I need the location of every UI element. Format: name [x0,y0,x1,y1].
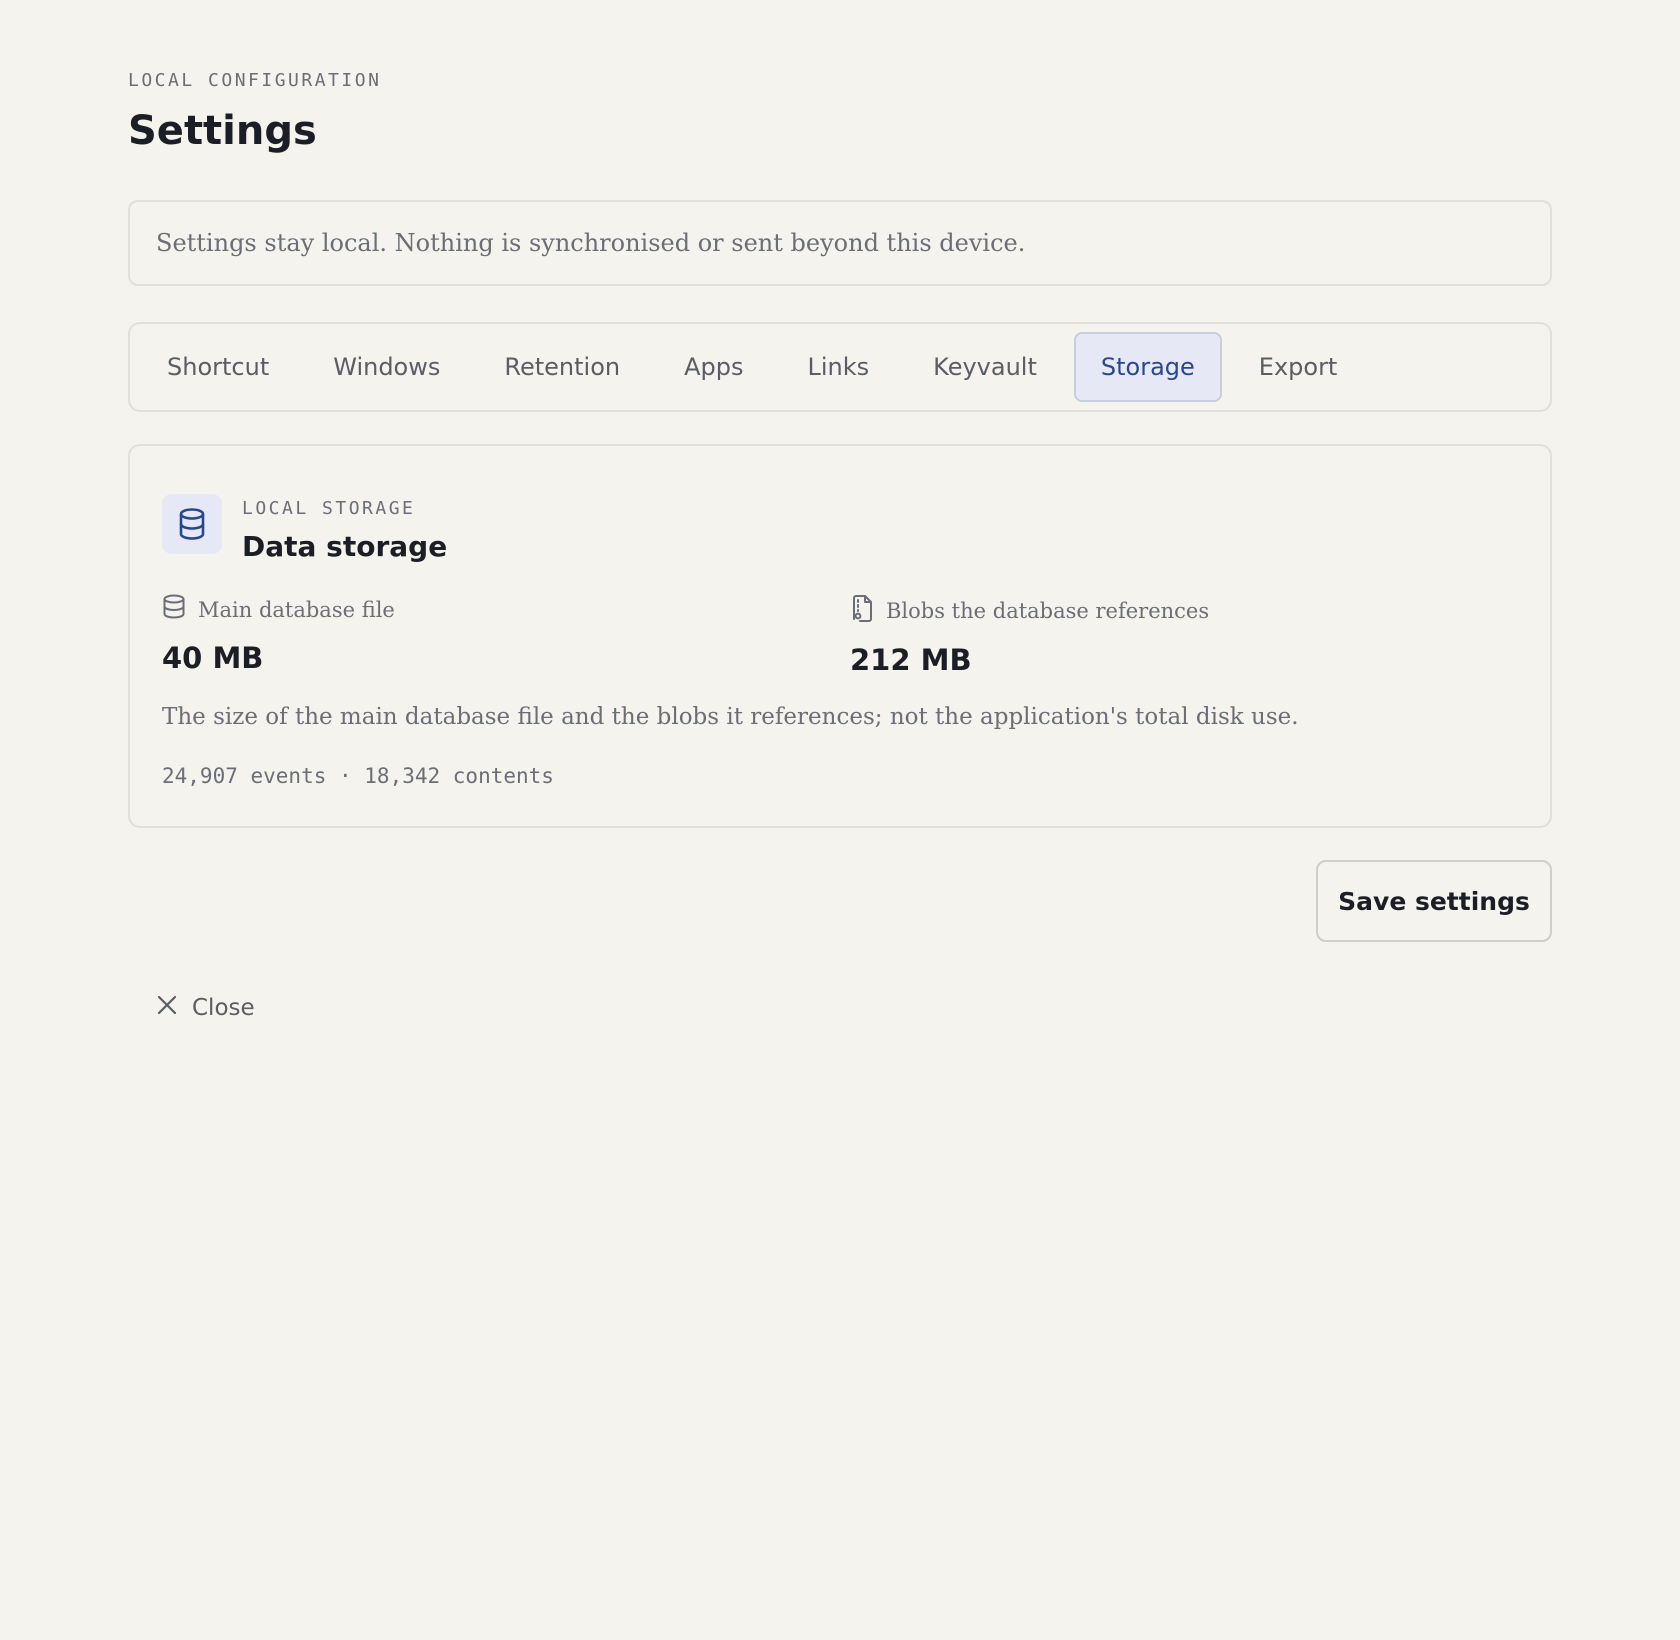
blobs-label: Blobs the database references [886,598,1210,623]
save-button[interactable]: Save settings [1316,860,1552,942]
tab-retention[interactable]: Retention [477,332,647,402]
card-eyebrow: LOCAL STORAGE [242,498,416,519]
main-db-label: Main database file [198,597,395,622]
close-icon [156,994,178,1022]
tab-shortcut[interactable]: Shortcut [140,332,296,402]
page-eyebrow: LOCAL CONFIGURATION [128,70,382,91]
tab-links[interactable]: Links [781,332,897,402]
tab-export[interactable]: Export [1232,332,1365,402]
file-blob-icon [850,594,874,627]
settings-tabs: Shortcut Windows Retention Apps Links Ke… [128,322,1552,412]
close-button[interactable]: Close [156,994,255,1022]
local-notice: Settings stay local. Nothing is synchron… [128,200,1552,286]
close-label: Close [192,995,255,1021]
tab-keyvault[interactable]: Keyvault [906,332,1064,402]
database-icon [162,494,222,554]
tab-apps[interactable]: Apps [657,332,770,402]
blobs-size: 212 MB [850,643,972,677]
storage-description: The size of the main database file and t… [162,704,1299,730]
main-db-stat: Main database file 40 MB [162,594,395,675]
main-db-size: 40 MB [162,641,264,675]
blobs-stat: Blobs the database references 212 MB [850,594,1209,677]
page-title: Settings [128,108,317,154]
tab-windows[interactable]: Windows [306,332,467,402]
storage-card: LOCAL STORAGE Data storage Main database… [128,444,1552,828]
storage-counts: 24,907 events · 18,342 contents [162,764,554,788]
database-icon [162,594,186,625]
tab-storage[interactable]: Storage [1073,332,1222,402]
card-title: Data storage [242,530,448,563]
